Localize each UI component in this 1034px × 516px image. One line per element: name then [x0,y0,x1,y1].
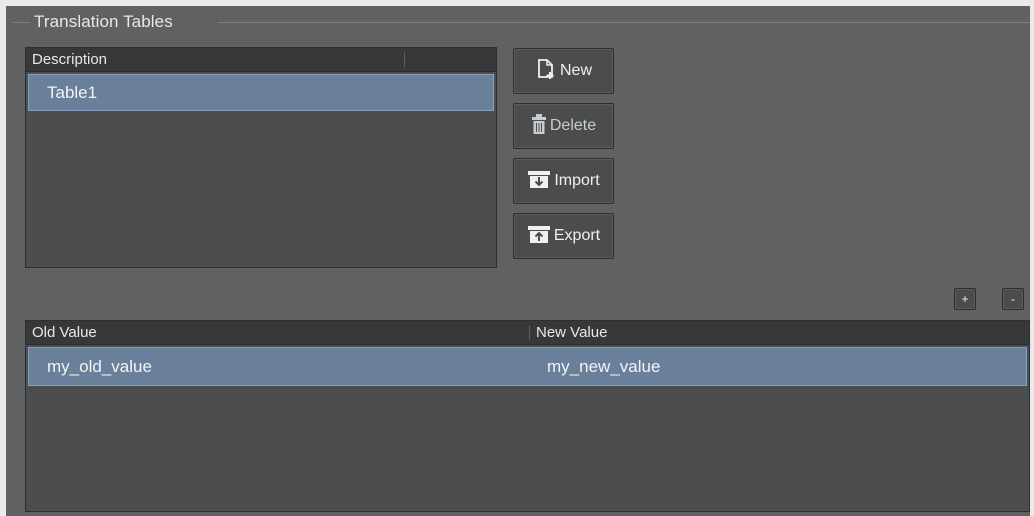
column-header-description[interactable]: Description [26,48,406,71]
export-button-label: Export [553,227,601,244]
new-value-cell[interactable]: my_new_value [547,357,660,377]
new-button[interactable]: New [513,48,614,94]
translation-tables-group: Translation Tables Description Table1 Ne… [6,6,1030,516]
description-cell: Table1 [47,83,98,102]
window-right-edge [1030,0,1034,516]
table-row[interactable]: my_old_value my_new_value [28,347,1027,386]
tables-list-header: Description [26,48,496,72]
export-button[interactable]: Export [513,213,614,259]
delete-button[interactable]: Delete [513,103,614,149]
add-row-button[interactable]: + [954,288,976,310]
table-row[interactable]: Table1 [28,74,494,111]
remove-row-button[interactable]: - [1002,288,1024,310]
column-header-new-value[interactable]: New Value [530,321,1020,344]
group-border-left [12,22,30,23]
delete-button-label: Delete [549,117,597,134]
import-button-label: Import [554,172,600,189]
import-button[interactable]: Import [513,158,614,204]
column-separator[interactable] [404,52,405,67]
trash-icon [531,113,547,140]
import-icon [527,169,551,194]
group-title: Translation Tables [34,12,173,31]
values-table[interactable]: Old Value New Value my_old_value my_new_… [25,320,1030,512]
new-button-label: New [559,62,592,79]
new-document-icon [535,58,557,85]
group-border-right [218,22,1030,23]
old-value-cell[interactable]: my_old_value [47,357,152,377]
values-table-header: Old Value New Value [26,321,1029,345]
export-icon [527,224,551,249]
column-header-old-value[interactable]: Old Value [26,321,526,344]
tables-list[interactable]: Description Table1 [25,47,497,268]
